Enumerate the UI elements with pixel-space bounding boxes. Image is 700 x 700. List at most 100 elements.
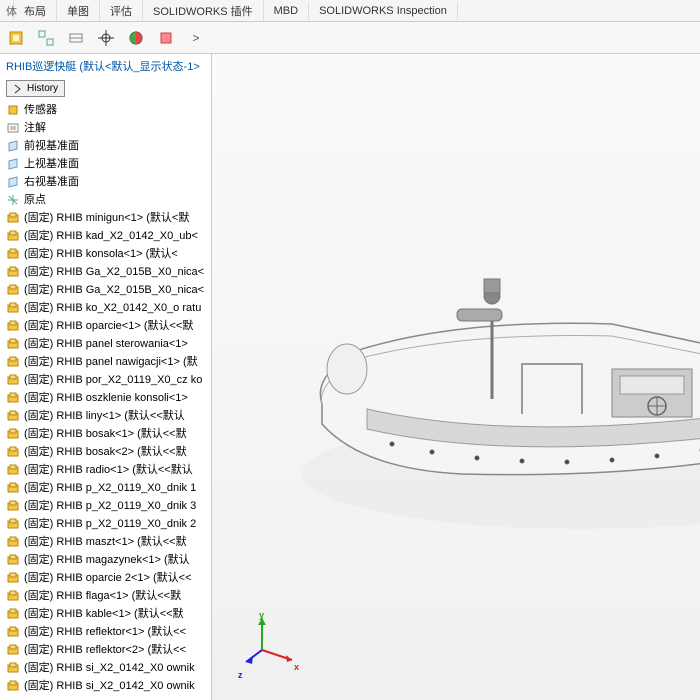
note-icon	[6, 121, 20, 135]
component-node[interactable]: (固定) RHIB liny<1> (默认<<默认	[4, 407, 211, 425]
component-node[interactable]: (固定) RHIB bosak<1> (默认<<默	[4, 425, 211, 443]
origin-icon	[6, 193, 20, 207]
tree-node[interactable]: 原点	[4, 191, 211, 209]
component-node[interactable]: (固定) RHIB Ga_X2_015B_X0_nica<	[4, 281, 211, 299]
tree-label: (固定) RHIB kad_X2_0142_X0_ub<	[24, 228, 198, 244]
view-icon[interactable]	[64, 26, 88, 50]
component-icon	[6, 301, 20, 315]
tree-label: 原点	[24, 192, 46, 208]
tab-evaluate[interactable]: 评估	[100, 0, 143, 22]
component-node[interactable]: (固定) RHIB reflektor<2> (默认<<	[4, 641, 211, 659]
component-icon	[6, 679, 20, 693]
tree-label: (固定) RHIB oszklenie konsoli<1>	[24, 390, 188, 406]
tree-label: 传感器	[24, 102, 57, 118]
component-icon	[6, 247, 20, 261]
tree-label: (固定) RHIB maszt<1> (默认<<默	[24, 534, 187, 550]
component-node[interactable]: (固定) RHIB p_X2_0119_X0_dnik 1	[4, 479, 211, 497]
tree-label: (固定) RHIB kable<1> (默认<<默	[24, 606, 184, 622]
component-node[interactable]: (固定) RHIB flaga<1> (默认<<默	[4, 587, 211, 605]
history-label: History	[27, 83, 58, 94]
component-node[interactable]: (固定) RHIB Ga_X2_015B_X0_nica<	[4, 263, 211, 281]
component-node[interactable]: (固定) RHIB oparcie 2<1> (默认<<	[4, 569, 211, 587]
component-icon	[6, 409, 20, 423]
expand-icon[interactable]: >	[184, 26, 208, 50]
tree-label: (固定) RHIB magazynek<1> (默认	[24, 552, 190, 568]
component-icon	[6, 643, 20, 657]
tree-node[interactable]: 前视基准面	[4, 137, 211, 155]
component-icon	[6, 661, 20, 675]
component-node[interactable]: (固定) RHIB kable<1> (默认<<默	[4, 605, 211, 623]
tree-label: (固定) RHIB si_X2_0142_X0 ownik	[24, 678, 195, 694]
tree-label: (固定) RHIB por_X2_0119_X0_cz ko	[24, 372, 202, 388]
tree-node[interactable]: 右视基准面	[4, 173, 211, 191]
component-node[interactable]: (固定) RHIB oszklenie konsoli<1>	[4, 389, 211, 407]
component-node[interactable]: (固定) RHIB p_X2_0119_X0_dnik 3	[4, 497, 211, 515]
component-node[interactable]: (固定) RHIB por_X2_0119_X0_cz ko	[4, 371, 211, 389]
component-icon	[6, 445, 20, 459]
feature-tree-panel: RHIB巡逻快艇 (默认<默认_显示状态-1> History 传感器注解前视基…	[0, 54, 212, 700]
assembly-icon[interactable]	[4, 26, 28, 50]
tree-label: (固定) RHIB p_X2_0119_X0_dnik 1	[24, 480, 196, 496]
tree-label: (固定) RHIB radio<1> (默认<<默认	[24, 462, 193, 478]
tab-addins[interactable]: SOLIDWORKS 插件	[143, 0, 264, 22]
tree-label: (固定) RHIB panel sterowania<1>	[24, 336, 188, 352]
component-icon	[6, 265, 20, 279]
component-node[interactable]: (固定) RHIB reflektor<1> (默认<<	[4, 623, 211, 641]
component-node[interactable]: (固定) RHIB si_X2_0142_X0 ownik	[4, 659, 211, 677]
tab-inspection[interactable]: SOLIDWORKS Inspection	[309, 2, 458, 20]
axis-z-label: z	[238, 670, 243, 680]
tree-label: (固定) RHIB reflektor<2> (默认<<	[24, 642, 186, 658]
component-node[interactable]: (固定) RHIB oparcie<1> (默认<<默	[4, 317, 211, 335]
tree-label: 前视基准面	[24, 138, 79, 154]
tree-node[interactable]: 注解	[4, 119, 211, 137]
component-icon	[6, 481, 20, 495]
component-node[interactable]: (固定) RHIB ko_X2_0142_X0_o ratu	[4, 299, 211, 317]
component-node[interactable]: (固定) RHIB kad_X2_0142_X0_ub<	[4, 227, 211, 245]
component-icon	[6, 427, 20, 441]
component-icon	[6, 391, 20, 405]
plane-icon	[6, 139, 20, 153]
component-node[interactable]: (固定) RHIB radio<1> (默认<<默认	[4, 461, 211, 479]
3d-viewport[interactable]: x y z	[212, 54, 700, 700]
plane-icon	[6, 157, 20, 171]
filter-icon[interactable]	[154, 26, 178, 50]
tab-sketch[interactable]: 单图	[57, 0, 100, 22]
component-node[interactable]: (固定) RHIB p_X2_0119_X0_dnik 2	[4, 515, 211, 533]
component-icon	[6, 553, 20, 567]
component-icon	[6, 319, 20, 333]
tab-mbd[interactable]: MBD	[264, 2, 309, 20]
history-button[interactable]: History	[6, 80, 65, 97]
feature-tree: 传感器注解前视基准面上视基准面右视基准面原点(固定) RHIB minigun<…	[0, 99, 211, 697]
origin-triad-icon	[242, 610, 302, 670]
tab-layout[interactable]: 布局	[14, 0, 57, 22]
appearance-icon[interactable]	[124, 26, 148, 50]
root-assembly-name[interactable]: RHIB巡逻快艇 (默认<默认_显示状态-1>	[0, 54, 211, 78]
tree-label: (固定) RHIB Ga_X2_015B_X0_nica<	[24, 282, 204, 298]
tree-label: (固定) RHIB oparcie<1> (默认<<默	[24, 318, 193, 334]
tab-item[interactable]: 体	[4, 0, 14, 22]
tree-label: (固定) RHIB konsola<1> (默认<	[24, 246, 178, 262]
tree-label: (固定) RHIB p_X2_0119_X0_dnik 2	[24, 516, 196, 532]
component-node[interactable]: (固定) RHIB konsola<1> (默认<	[4, 245, 211, 263]
component-node[interactable]: (固定) RHIB minigun<1> (默认<默	[4, 209, 211, 227]
tree-label: (固定) RHIB liny<1> (默认<<默认	[24, 408, 185, 424]
tree-label: (固定) RHIB flaga<1> (默认<<默	[24, 588, 181, 604]
component-icon	[6, 535, 20, 549]
tree-label: (固定) RHIB bosak<1> (默认<<默	[24, 426, 187, 442]
hide-show-icon[interactable]	[34, 26, 58, 50]
component-node[interactable]: (固定) RHIB magazynek<1> (默认	[4, 551, 211, 569]
center-icon[interactable]	[94, 26, 118, 50]
component-node[interactable]: (固定) RHIB panel nawigacji<1> (默	[4, 353, 211, 371]
sensor-icon	[6, 103, 20, 117]
component-node[interactable]: (固定) RHIB si_X2_0142_X0 ownik	[4, 677, 211, 695]
axis-y-label: y	[259, 610, 264, 620]
tree-node[interactable]: 传感器	[4, 101, 211, 119]
arrow-right-icon	[13, 84, 23, 94]
component-node[interactable]: (固定) RHIB bosak<2> (默认<<默	[4, 443, 211, 461]
tree-label: 右视基准面	[24, 174, 79, 190]
component-icon	[6, 571, 20, 585]
component-node[interactable]: (固定) RHIB maszt<1> (默认<<默	[4, 533, 211, 551]
component-icon	[6, 283, 20, 297]
component-node[interactable]: (固定) RHIB panel sterowania<1>	[4, 335, 211, 353]
tree-node[interactable]: 上视基准面	[4, 155, 211, 173]
